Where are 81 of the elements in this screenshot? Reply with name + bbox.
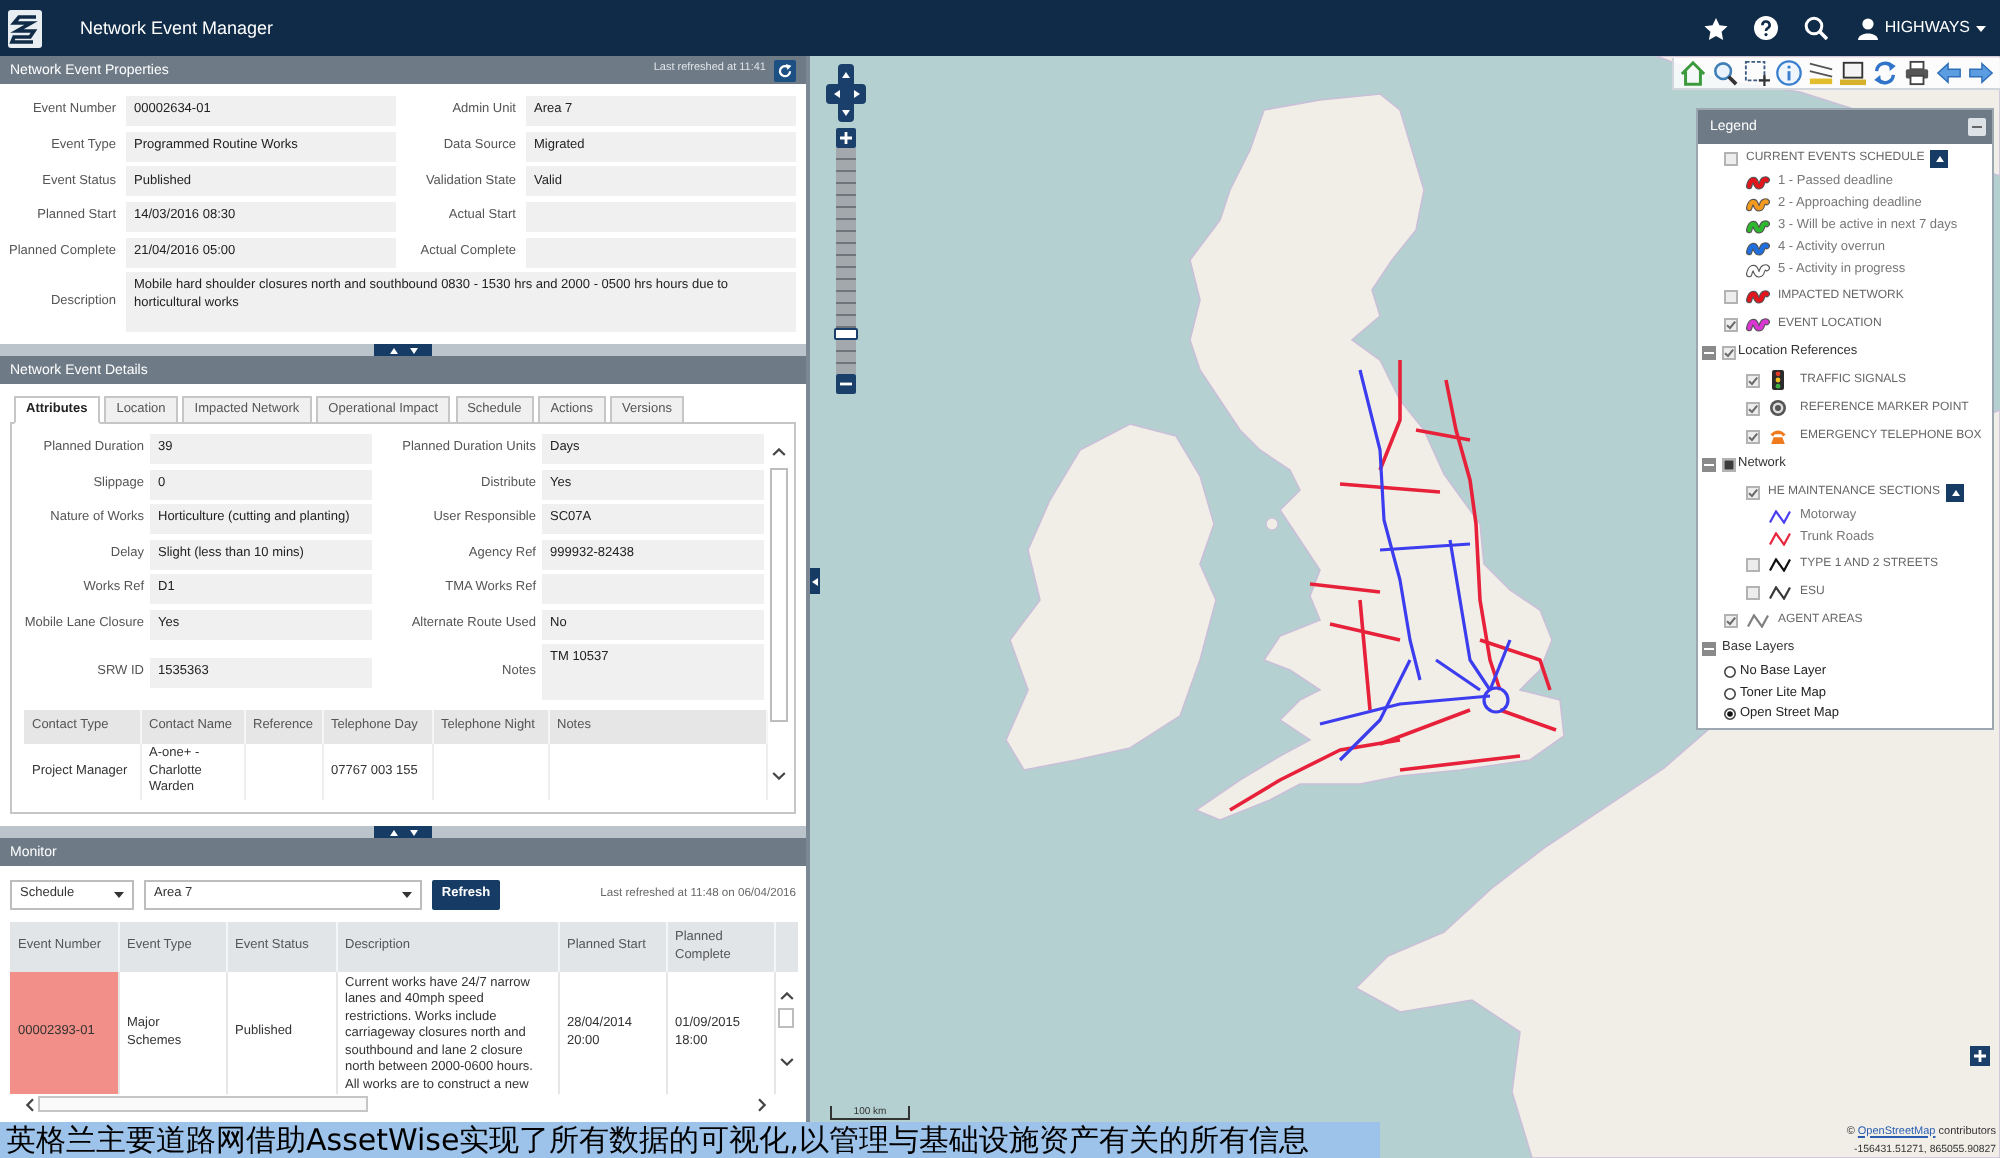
radio-button[interactable] (1724, 687, 1736, 700)
squiggle-outline-icon (1746, 264, 1770, 278)
minus-icon (1704, 351, 1714, 353)
laptop-icon[interactable] (1840, 60, 1866, 86)
splitter-handle[interactable] (374, 344, 432, 356)
pan-right-button[interactable] (846, 84, 866, 104)
zoom-slider-thumb[interactable] (834, 327, 858, 340)
pan-down-button[interactable] (838, 104, 854, 122)
chevron-up-icon[interactable] (779, 992, 794, 1000)
checkbox[interactable] (1746, 373, 1760, 387)
scrollbar-thumb[interactable] (778, 1008, 795, 1028)
caret-right-icon (853, 90, 859, 98)
minus-icon (1972, 126, 1982, 128)
info-icon[interactable] (1776, 60, 1802, 86)
scrollbar-header (774, 922, 798, 972)
refresh-icon (778, 63, 792, 77)
dashed-rectangle-icon[interactable] (1744, 60, 1770, 86)
radio-button[interactable] (1724, 666, 1736, 679)
checkbox[interactable] (1746, 401, 1760, 415)
scrollbar-thumb[interactable] (769, 468, 787, 722)
ruler-icon[interactable] (1808, 60, 1834, 86)
caret-down-icon (402, 892, 412, 898)
chevron-down-icon[interactable] (779, 1058, 794, 1066)
zoom-out-button[interactable] (836, 374, 856, 394)
magnifier-icon[interactable] (1712, 60, 1738, 86)
user-menu-button[interactable]: HIGHWAYS (1858, 12, 1986, 44)
caret-down-icon (1976, 25, 1986, 31)
user-icon (1858, 17, 1879, 39)
collapse-button[interactable] (1930, 149, 1949, 167)
checkbox[interactable] (1746, 429, 1760, 443)
zoom-slider[interactable] (836, 148, 856, 374)
collapse-button[interactable] (1946, 483, 1965, 501)
caret-up-icon (842, 71, 850, 77)
chevron-down-icon[interactable] (771, 772, 785, 780)
logo-icon (8, 9, 42, 47)
caret-down-icon (114, 892, 124, 898)
search-icon[interactable] (1804, 16, 1829, 40)
collapse-panel-button[interactable] (810, 568, 820, 594)
printer-icon[interactable] (1904, 60, 1930, 86)
checkbox[interactable] (1724, 613, 1738, 627)
caption-banner: 英格兰主要道路网借助AssetWise实现了所有数据的可视化,以管理与基础设施资产有关的所有信息 (0, 1122, 1380, 1158)
arrow-left-icon[interactable] (1936, 60, 1962, 86)
expand-toggle[interactable] (1702, 345, 1716, 359)
checkbox[interactable] (1724, 289, 1738, 303)
splitter-handle[interactable] (374, 826, 432, 838)
pan-left-button[interactable] (826, 84, 846, 104)
overview-toggle-button[interactable] (1970, 1046, 1990, 1066)
caret-left-icon (833, 90, 839, 98)
expand-toggle[interactable] (1702, 641, 1716, 655)
checkbox[interactable] (1724, 317, 1738, 331)
traffic-light-icon (1772, 370, 1784, 390)
minus-icon (840, 382, 852, 386)
chevron-right-icon[interactable] (758, 1097, 766, 1112)
zoom-in-button[interactable] (836, 128, 856, 148)
chevron-up-icon[interactable] (771, 448, 785, 456)
arrow-right-icon[interactable] (1968, 60, 1994, 86)
help-icon[interactable] (1754, 16, 1779, 40)
app-title: Network Event Manager (80, 19, 274, 37)
radio-button[interactable] (1724, 708, 1736, 721)
chevron-left-icon[interactable] (26, 1097, 34, 1112)
telephone-icon (1770, 428, 1786, 444)
checkbox[interactable] (1746, 557, 1760, 571)
refresh-icon[interactable] (1872, 60, 1898, 86)
pan-up-button[interactable] (838, 64, 854, 84)
plus-icon (1974, 1050, 1986, 1062)
minus-icon (1704, 647, 1714, 649)
refresh-button[interactable] (774, 59, 796, 81)
caret-up-icon (1935, 155, 1944, 161)
target-icon (1770, 400, 1786, 416)
checkbox[interactable] (1724, 151, 1738, 165)
checkbox[interactable] (1722, 345, 1736, 359)
caret-up-icon (1951, 489, 1960, 495)
checkbox[interactable] (1746, 485, 1760, 499)
star-icon[interactable] (1704, 17, 1729, 39)
plus-icon (840, 132, 852, 144)
scrollbar-thumb[interactable] (38, 1096, 368, 1113)
minus-icon (1704, 463, 1714, 465)
expand-toggle[interactable] (1702, 457, 1716, 471)
checkbox[interactable] (1722, 457, 1736, 471)
caret-down-icon (842, 110, 850, 116)
checkbox[interactable] (1746, 585, 1760, 599)
